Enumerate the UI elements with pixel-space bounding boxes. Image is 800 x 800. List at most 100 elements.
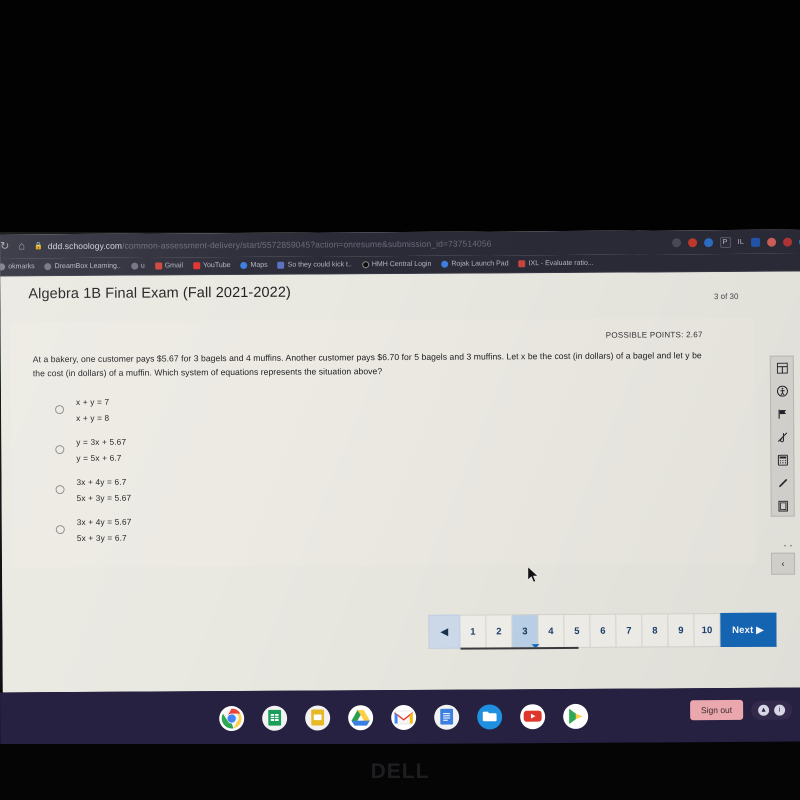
extension-icon-8[interactable] — [783, 237, 793, 247]
equation-line: 3x + 4y = 6.7 — [76, 476, 127, 487]
bookmark-item[interactable]: okmarks — [0, 263, 35, 271]
equation-line: x + y = 7 — [76, 396, 110, 407]
accessibility-tool-icon[interactable] — [775, 385, 788, 398]
extension-icon-2[interactable] — [687, 237, 697, 247]
page-button-9[interactable]: 9 — [668, 613, 695, 648]
bookmark-item-maps[interactable]: Maps — [240, 261, 268, 269]
rail-drag-handle[interactable]: • • — [784, 544, 793, 550]
assessment-page: Algebra 1B Final Exam (Fall 2021-2022) 3… — [0, 271, 800, 693]
url-path: /common-assessment-delivery/start/557285… — [122, 238, 492, 251]
extension-icon-4[interactable]: P — [719, 236, 731, 248]
bookmark-item[interactable]: u — [130, 262, 145, 270]
extension-icon-1[interactable] — [671, 237, 681, 247]
bookmark-item-gmail[interactable]: Gmail — [154, 262, 184, 270]
page-button-4[interactable]: 4 — [538, 614, 565, 649]
page-button-2[interactable]: 2 — [486, 614, 513, 649]
home-icon[interactable]: ⌂ — [18, 240, 25, 252]
page-button-10[interactable]: 10 — [694, 613, 721, 648]
network-icon[interactable]: ▲ — [758, 704, 770, 716]
radio-button[interactable] — [55, 485, 65, 495]
next-button[interactable]: Next ▶ — [720, 612, 777, 648]
gmail-app-icon[interactable] — [390, 704, 416, 730]
line-reader-icon[interactable] — [776, 477, 789, 490]
answer-option[interactable]: y = 3x + 5.67 y = 5x + 6.7 — [55, 433, 737, 463]
possible-points: POSSIBLE POINTS: 2.67 — [605, 330, 703, 340]
shelf-apps — [213, 703, 588, 731]
files-app-icon[interactable] — [476, 703, 502, 730]
notepad-icon[interactable] — [776, 500, 789, 513]
bookmark-item-ixl[interactable]: IXL - Evaluate ratio... — [518, 259, 594, 268]
chrome-app-icon[interactable] — [218, 705, 244, 731]
page-button-6[interactable]: 6 — [590, 613, 617, 648]
reload-icon[interactable]: ↻ — [0, 240, 9, 252]
status-tray[interactable]: ▲ i — [751, 700, 793, 720]
bookmark-label: Gmail — [164, 262, 184, 270]
bookmark-label: Maps — [250, 261, 268, 269]
youtube-app-icon[interactable] — [519, 703, 545, 729]
sheets-app-icon[interactable] — [261, 705, 287, 731]
bookmark-label: So they could kick t.. — [287, 261, 352, 269]
monitor-photo: ↻ ⌂ 🔒 ddd.schoology.com/common-assessmen… — [0, 0, 800, 800]
page-button-1[interactable]: 1 — [460, 614, 487, 649]
calculator-icon[interactable] — [776, 454, 789, 467]
bookmark-label: okmarks — [8, 263, 35, 271]
docs-app-icon[interactable] — [433, 704, 459, 730]
equation-line: 5x + 3y = 5.67 — [76, 492, 132, 503]
bookmark-item[interactable]: DreamBox Learning.. — [44, 262, 121, 271]
answer-option[interactable]: 3x + 4y = 5.67 5x + 3y = 6.7 — [55, 513, 738, 543]
monitor-bezel-top — [0, 0, 800, 232]
bookmark-label: u — [140, 262, 145, 270]
equation-line: x + y = 8 — [76, 412, 110, 423]
lock-icon: 🔒 — [33, 243, 43, 251]
previous-page-button[interactable]: ◀ — [428, 614, 461, 649]
monitor-bezel-bottom: DELL — [0, 744, 800, 800]
page-button-7[interactable]: 7 — [616, 613, 643, 648]
info-icon[interactable]: i — [774, 704, 786, 716]
pagination: ◀ 1 2 3 4 5 6 7 8 9 10 Next ▶ — [428, 612, 777, 650]
equation-line: y = 3x + 5.67 — [76, 436, 127, 447]
mute-audio-icon[interactable] — [776, 431, 789, 444]
extension-icon-3[interactable] — [703, 237, 713, 247]
extension-icon-5[interactable]: IL — [738, 238, 744, 245]
bookmark-item-youtube[interactable]: YouTube — [192, 262, 231, 270]
bookmark-item[interactable]: Rojak Launch Pad — [441, 260, 509, 268]
radio-button[interactable] — [55, 445, 65, 455]
page-button-5[interactable]: 5 — [564, 613, 591, 649]
answer-option[interactable]: x + y = 7 x + y = 8 — [55, 393, 737, 423]
bookmark-label: YouTube — [202, 262, 231, 270]
page-header: Algebra 1B Final Exam (Fall 2021-2022) 3… — [0, 282, 800, 306]
question-text: At a bakery, one customer pays $5.67 for… — [32, 350, 702, 379]
radio-button[interactable] — [55, 525, 65, 535]
bookmark-label: Rojak Launch Pad — [451, 260, 509, 268]
question-counter: 3 of 30 — [713, 291, 739, 302]
sign-out-button[interactable]: Sign out — [689, 699, 744, 721]
page-progress-underline — [460, 646, 579, 650]
extension-icon-6[interactable] — [751, 237, 761, 247]
bookmark-label: DreamBox Learning.. — [54, 262, 121, 271]
answer-option[interactable]: 3x + 4y = 6.7 5x + 3y = 5.67 — [55, 473, 737, 503]
answer-choices: x + y = 7 x + y = 8 y = 3x + 5.67 y = 5x… — [33, 393, 738, 543]
play-store-app-icon[interactable] — [562, 703, 588, 729]
radio-button[interactable] — [55, 405, 65, 415]
chromeos-shelf: Sign out ▲ i — [0, 687, 800, 747]
calculator-tool-icon[interactable] — [775, 362, 788, 375]
bookmark-item[interactable]: So they could kick t.. — [277, 261, 352, 269]
extension-icon-7[interactable] — [767, 237, 777, 247]
equation-line: 3x + 4y = 5.67 — [76, 516, 132, 527]
question-card: POSSIBLE POINTS: 2.67 At a bakery, one c… — [10, 317, 757, 568]
browser-toolbar: ↻ ⌂ 🔒 ddd.schoology.com/common-assessmen… — [0, 229, 800, 259]
address-bar[interactable]: 🔒 ddd.schoology.com/common-assessment-de… — [34, 237, 666, 251]
slides-app-icon[interactable] — [304, 704, 330, 731]
rail-collapse-button[interactable]: ‹ — [770, 552, 796, 575]
flag-question-icon[interactable] — [776, 408, 789, 421]
dell-logo: DELL — [370, 760, 430, 783]
bookmark-label: IXL - Evaluate ratio... — [528, 259, 594, 268]
tool-rail — [769, 355, 795, 517]
current-page-caret — [531, 644, 540, 649]
page-title: Algebra 1B Final Exam (Fall 2021-2022) — [28, 284, 291, 303]
drive-app-icon[interactable] — [347, 704, 373, 730]
equation-line: y = 5x + 6.7 — [76, 452, 122, 463]
bookmark-item-hmh[interactable]: HMH Central Login — [361, 261, 431, 269]
page-button-8[interactable]: 8 — [642, 613, 669, 648]
toolbar-extensions: P IL — [671, 236, 800, 248]
